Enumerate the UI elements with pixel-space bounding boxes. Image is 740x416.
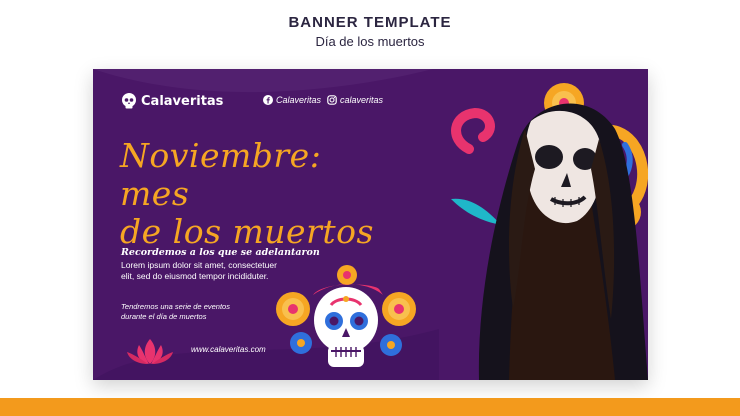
- page-header: BANNER TEMPLATE Día de los muertos: [0, 14, 740, 49]
- marigold-left-icon: [276, 292, 310, 326]
- marigold-top-icon: [337, 265, 357, 285]
- page-title: BANNER TEMPLATE: [288, 14, 452, 31]
- body-line-2: elit, sed do eiusmod tempor incididuter.: [121, 271, 269, 281]
- social-instagram[interactable]: calaveritas: [327, 95, 383, 105]
- social-links: Calaveritas calaveritas: [263, 95, 383, 105]
- events-line-2: durante el día de muertos: [121, 312, 207, 321]
- events-line-1: Tendremos una serie de eventos: [121, 302, 230, 311]
- brand-logo: Calaveritas: [121, 93, 223, 109]
- leaves-teal-icon: [451, 198, 501, 225]
- facebook-handle: Calaveritas: [276, 95, 322, 105]
- social-facebook[interactable]: Calaveritas: [263, 95, 321, 105]
- page-subtitle: Día de los muertos: [315, 34, 425, 49]
- sugar-skull-icon: [276, 265, 416, 367]
- headline-line-1: Noviembre: mes: [120, 136, 322, 213]
- subheading: Recordemos a los que se adelantaron: [121, 247, 320, 258]
- instagram-handle: calaveritas: [340, 95, 384, 105]
- headline: Noviembre: mes de los muertos: [120, 137, 400, 251]
- facebook-icon: [263, 95, 273, 105]
- banner: Calaveritas Calaveritas calaveritas Novi…: [93, 69, 648, 380]
- body-line-1: Lorem ipsum dolor sit amet, consectetuer: [121, 260, 277, 270]
- bottom-accent-bar: [0, 398, 740, 416]
- marigold-right-icon: [382, 292, 416, 326]
- skull-logo-icon: [122, 93, 136, 109]
- swirl-pink-icon: [451, 107, 495, 154]
- portrait-photo: [451, 83, 648, 380]
- website-link[interactable]: www.calaveritas.com: [191, 345, 266, 354]
- blue-flower-right-icon: [380, 334, 402, 356]
- headline-line-2: de los muertos: [120, 212, 374, 251]
- body-text: Lorem ipsum dolor sit amet, consectetuer…: [121, 260, 291, 282]
- lotus-flower-icon: [127, 339, 173, 364]
- brand-name: Calaveritas: [141, 93, 224, 109]
- events-text: Tendremos una serie de eventos durante e…: [121, 302, 261, 322]
- blue-flower-left-icon: [290, 332, 312, 354]
- instagram-icon: [327, 95, 337, 105]
